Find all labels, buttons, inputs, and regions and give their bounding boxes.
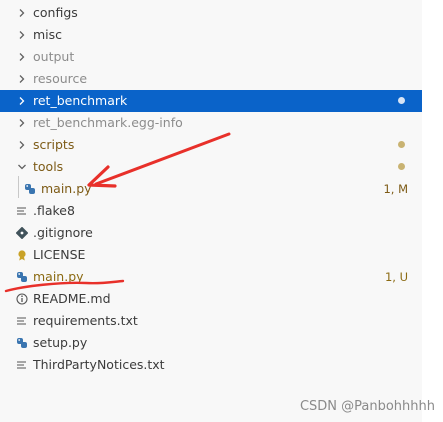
red-underline-stroke xyxy=(4,279,125,293)
csdn-watermark: CSDN @Panbohhhhh xyxy=(299,399,435,414)
red-arrow-line xyxy=(94,132,231,186)
red-annotation-overlay xyxy=(4,132,231,293)
